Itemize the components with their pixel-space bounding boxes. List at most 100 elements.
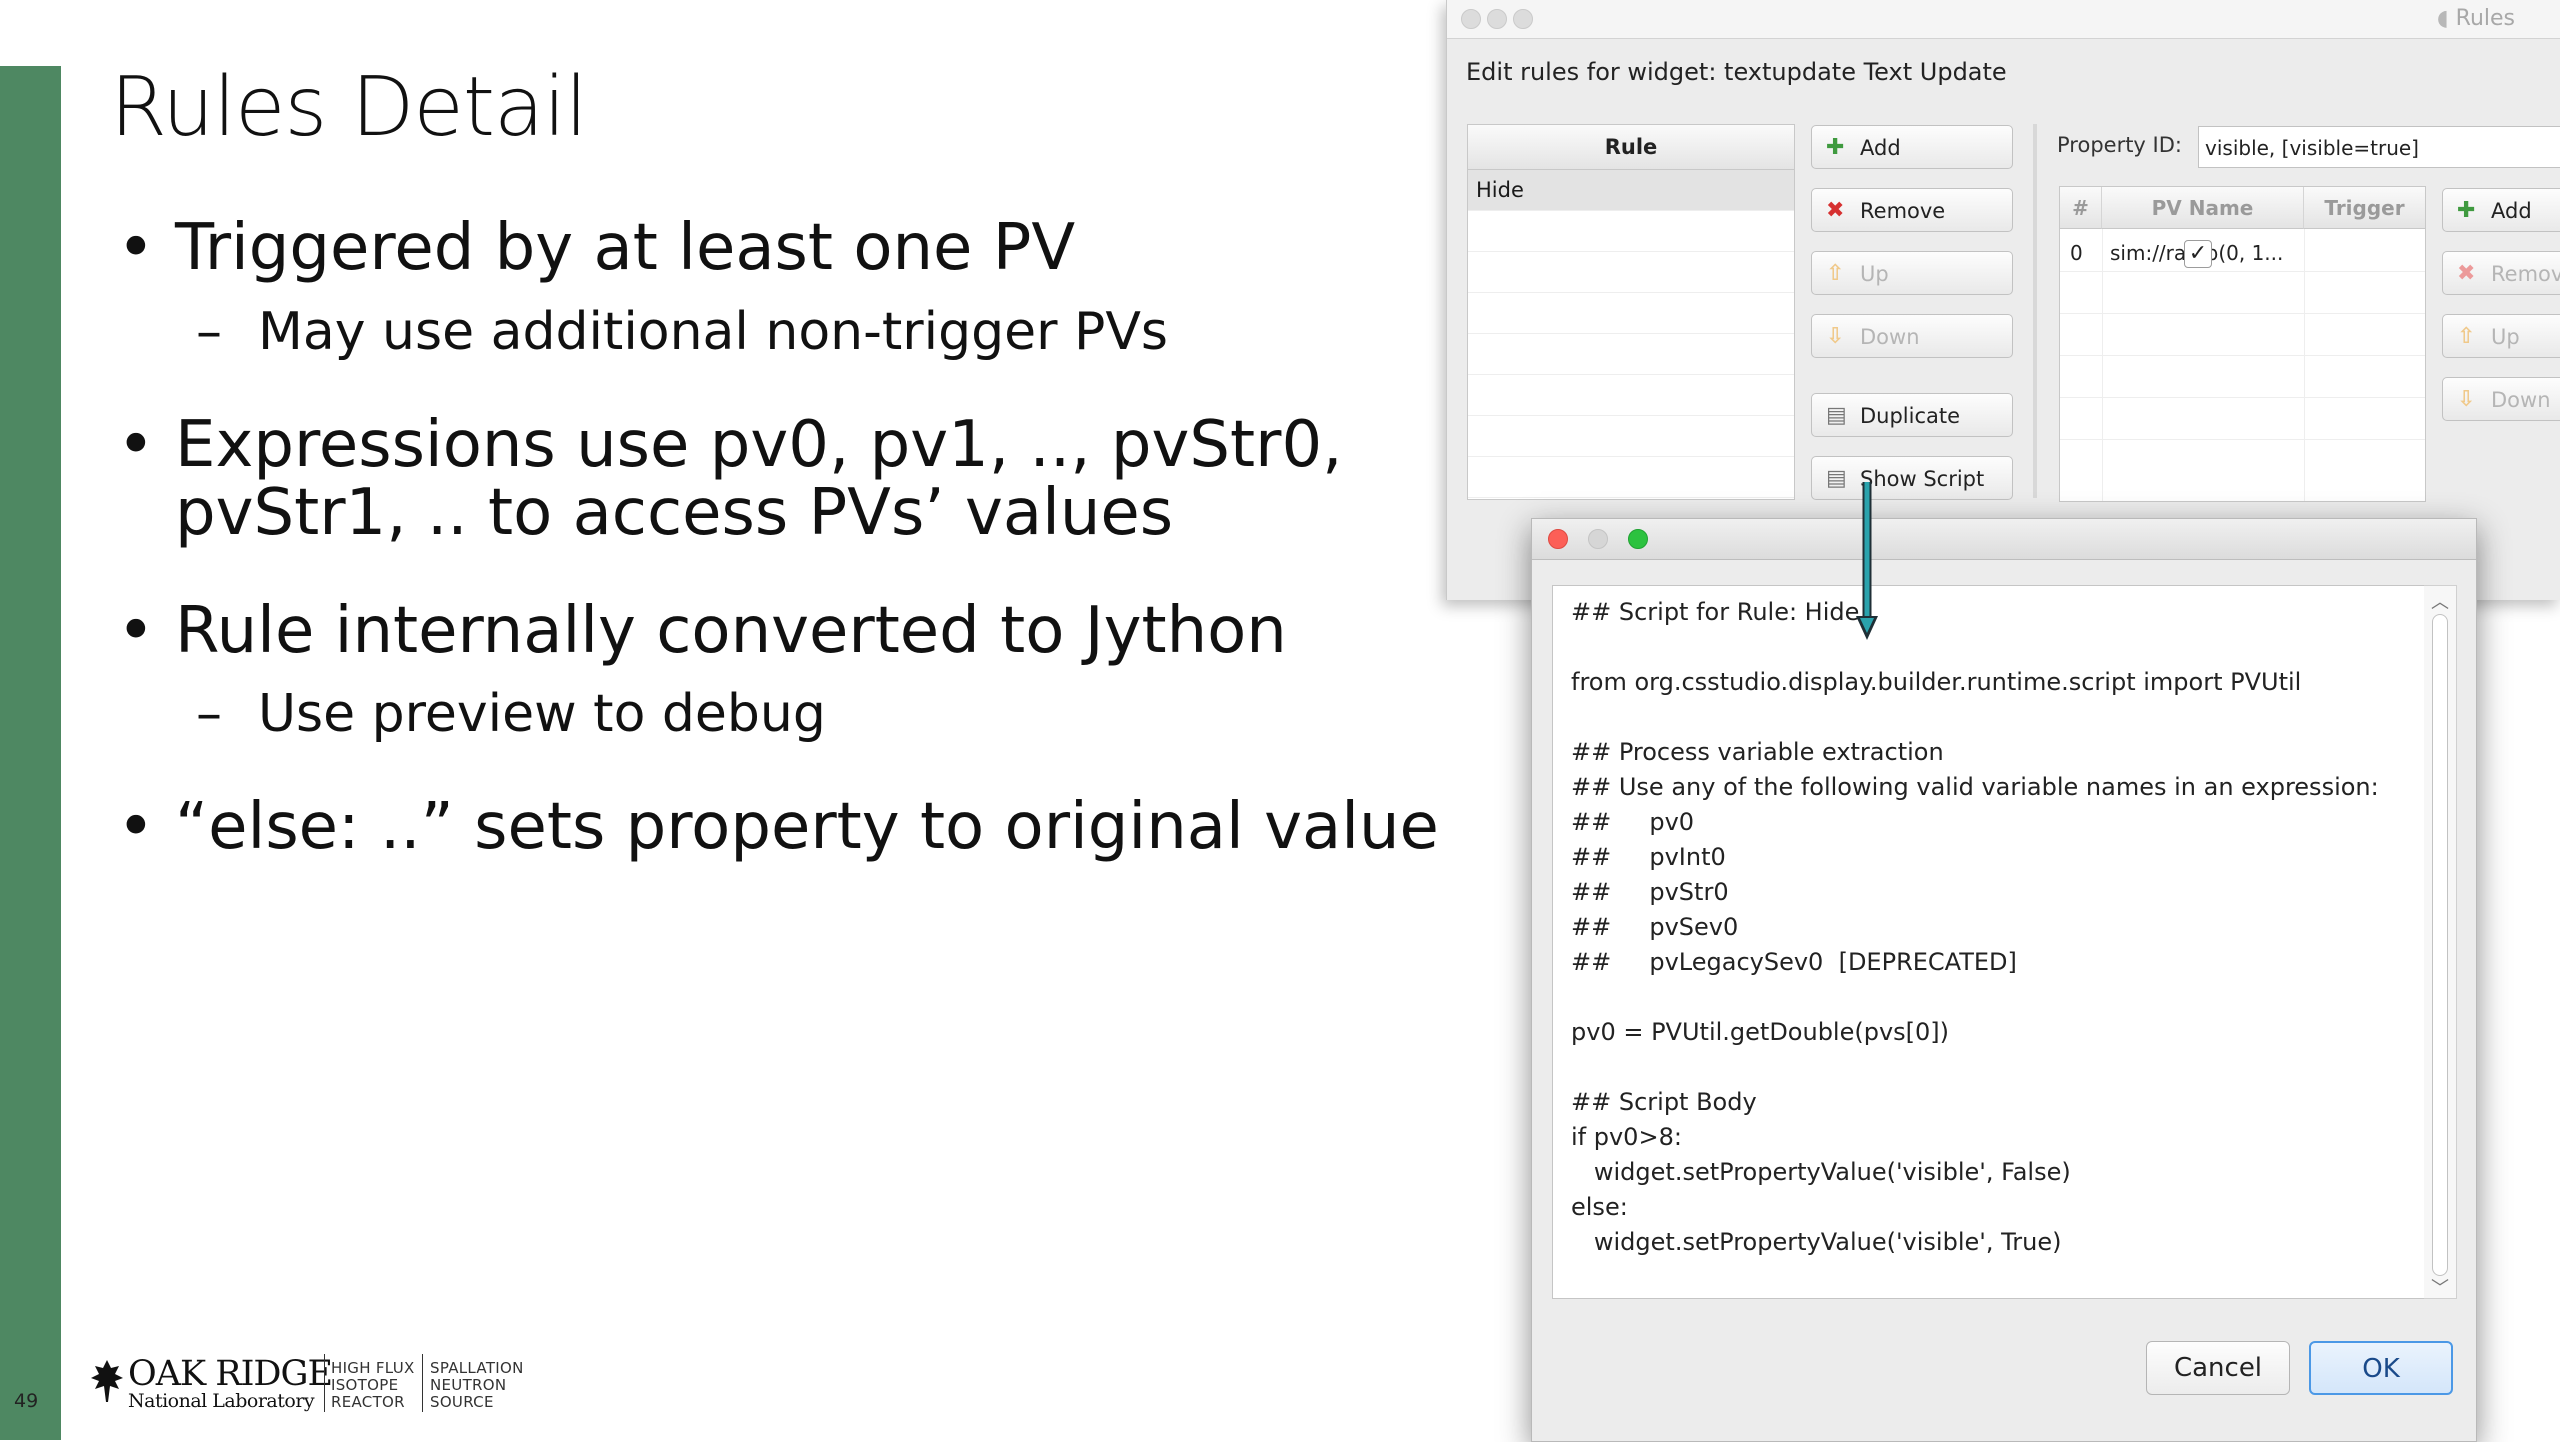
rule-row[interactable]: Hide bbox=[1468, 170, 1794, 211]
pv-down-button[interactable]: ⇩ Down bbox=[2442, 377, 2560, 421]
grid-line bbox=[2102, 229, 2103, 501]
logo-sns-line: SOURCE bbox=[430, 1393, 494, 1411]
logo-sns-line: SPALLATION bbox=[430, 1359, 524, 1377]
add-rule-button[interactable]: ✚ Add bbox=[1811, 125, 2013, 169]
sub-bullet-1-text: May use additional non-trigger PVs bbox=[258, 302, 1169, 362]
add-rule-label: Add bbox=[1860, 136, 1901, 160]
pv-index-cell[interactable]: 0 bbox=[2070, 241, 2083, 265]
bullet-dot: • bbox=[117, 790, 155, 864]
cancel-button[interactable]: Cancel bbox=[2146, 1341, 2290, 1395]
vertical-scrollbar[interactable]: ︿ ﹀ bbox=[2424, 585, 2457, 1299]
property-id-label: Property ID: bbox=[2057, 133, 2182, 157]
document-icon: ▤ bbox=[1826, 403, 1847, 428]
code-line: ## pv0 bbox=[1571, 808, 1695, 836]
show-script-button[interactable]: ▤ Show Script bbox=[1811, 456, 2013, 500]
code-line: widget.setPropertyValue('visible', False… bbox=[1571, 1158, 2071, 1186]
bullet-4-text: “else: ..” sets property to original val… bbox=[175, 790, 1439, 864]
remove-pv-label: Remov bbox=[2491, 262, 2560, 286]
pv-up-button[interactable]: ⇧ Up bbox=[2442, 314, 2560, 358]
document-icon: ▤ bbox=[1826, 466, 1847, 491]
logo-hfir: HIGH FLUX ISOTOPE REACTOR bbox=[331, 1360, 415, 1411]
slide-accent-bar bbox=[0, 66, 61, 1440]
scroll-up-icon[interactable]: ︿ bbox=[2431, 588, 2449, 614]
pv-trigger-header[interactable]: Trigger bbox=[2304, 187, 2425, 229]
grid-line bbox=[2060, 313, 2425, 314]
code-line: else: bbox=[1571, 1193, 1628, 1221]
sub-dash: – bbox=[196, 302, 222, 362]
arrow-down-icon: ⇩ bbox=[1826, 324, 1845, 349]
rule-row-empty bbox=[1468, 252, 1794, 293]
widget-rules-label: Edit rules for widget: textupdate Text U… bbox=[1466, 58, 2007, 86]
code-line: from org.csstudio.display.builder.runtim… bbox=[1571, 668, 2302, 696]
logo-main-text: OAK RIDGE bbox=[128, 1354, 333, 1394]
pv-table[interactable]: # PV Name Trigger 0 sim://ramp(0, 1... bbox=[2059, 186, 2426, 502]
oak-tree-icon bbox=[88, 1358, 126, 1408]
rule-row-empty bbox=[1468, 375, 1794, 416]
property-id-select[interactable]: visible, [visible=true] bbox=[2198, 126, 2560, 168]
bullet-dot: • bbox=[117, 408, 155, 482]
minimize-dot-icon[interactable] bbox=[1487, 9, 1507, 29]
scroll-down-icon[interactable]: ﹀ bbox=[2431, 1274, 2449, 1300]
close-dot-icon[interactable] bbox=[1461, 9, 1481, 29]
logo-sns-line: NEUTRON bbox=[430, 1376, 507, 1394]
rule-row-empty bbox=[1468, 334, 1794, 375]
code-line: ## Use any of the following valid variab… bbox=[1571, 773, 2379, 801]
grid-line bbox=[2060, 397, 2425, 398]
grid-line bbox=[2060, 355, 2425, 356]
code-line: ## pvSev0 bbox=[1571, 913, 1739, 941]
bullet-dot: • bbox=[117, 211, 155, 285]
remove-pv-button[interactable]: ✖ Remov bbox=[2442, 251, 2560, 295]
minimize-dot-icon[interactable] bbox=[1588, 529, 1608, 549]
code-line: ## Process variable extraction bbox=[1571, 738, 1944, 766]
delete-x-icon: ✖ bbox=[2457, 261, 2476, 286]
logo-sub-text: National Laboratory bbox=[128, 1390, 315, 1412]
remove-rule-label: Remove bbox=[1860, 199, 1946, 223]
move-down-button[interactable]: ⇩ Down bbox=[1811, 314, 2013, 358]
rule-row-empty bbox=[1468, 211, 1794, 252]
duplicate-label: Duplicate bbox=[1860, 404, 1961, 428]
scroll-thumb[interactable] bbox=[2432, 614, 2448, 1276]
bullet-1-text: Triggered by at least one PV bbox=[175, 211, 1076, 285]
duplicate-button[interactable]: ▤ Duplicate bbox=[1811, 393, 2013, 437]
remove-rule-button[interactable]: ✖ Remove bbox=[1811, 188, 2013, 232]
slide-title: Rules Detail bbox=[110, 60, 588, 155]
pv-name-header[interactable]: PV Name bbox=[2102, 187, 2304, 229]
logo-hfir-line: ISOTOPE bbox=[331, 1376, 399, 1394]
grid-line bbox=[2060, 439, 2425, 440]
ok-button[interactable]: OK bbox=[2309, 1341, 2453, 1395]
plus-icon: ✚ bbox=[1826, 135, 1845, 160]
sub-bullet-3-text: Use preview to debug bbox=[258, 684, 826, 744]
zoom-dot-icon[interactable] bbox=[1513, 9, 1533, 29]
trigger-checkbox[interactable]: ✓ bbox=[2184, 240, 2212, 268]
rule-row-empty bbox=[1468, 416, 1794, 457]
rule-list[interactable]: Rule Hide bbox=[1467, 124, 1795, 500]
add-pv-label: Add bbox=[2491, 199, 2532, 223]
bullet-dot: • bbox=[117, 594, 155, 668]
sub-dash: – bbox=[196, 684, 222, 744]
grid-line bbox=[2304, 229, 2305, 501]
bullet-2-text-line2: pvStr1, .. to access PVs’ values bbox=[175, 476, 1174, 550]
zoom-dot-icon[interactable] bbox=[1628, 529, 1648, 549]
dialog-titlebar bbox=[1532, 519, 2476, 560]
move-up-button[interactable]: ⇧ Up bbox=[1811, 251, 2013, 295]
code-line: widget.setPropertyValue('visible', True) bbox=[1571, 1228, 2062, 1256]
close-dot-icon[interactable] bbox=[1548, 529, 1568, 549]
pv-down-label: Down bbox=[2491, 388, 2551, 412]
script-text-area[interactable]: ## Script for Rule: Hide from org.csstud… bbox=[1552, 585, 2426, 1299]
pv-index-header[interactable]: # bbox=[2060, 187, 2102, 229]
logo-hfir-line: HIGH FLUX bbox=[331, 1359, 415, 1377]
arrow-up-icon: ⇧ bbox=[2457, 324, 2476, 349]
add-pv-button[interactable]: ✚ Add bbox=[2442, 188, 2560, 232]
rule-column-header[interactable]: Rule bbox=[1468, 125, 1794, 170]
grid-line bbox=[2060, 271, 2425, 272]
arrow-up-icon: ⇧ bbox=[1826, 261, 1845, 286]
split-divider[interactable] bbox=[2033, 124, 2037, 498]
logo-hfir-line: REACTOR bbox=[331, 1393, 405, 1411]
code-line: ## pvStr0 bbox=[1571, 878, 1729, 906]
code-line: ## pvInt0 bbox=[1571, 843, 1726, 871]
app-icon: ◖ bbox=[2437, 6, 2449, 31]
code-line: ## Script Body bbox=[1571, 1088, 1757, 1116]
arrow-down-icon: ⇩ bbox=[2457, 387, 2476, 412]
code-line: ## pvLegacySev0 [DEPRECATED] bbox=[1571, 948, 2017, 976]
rule-row-empty bbox=[1468, 457, 1794, 498]
